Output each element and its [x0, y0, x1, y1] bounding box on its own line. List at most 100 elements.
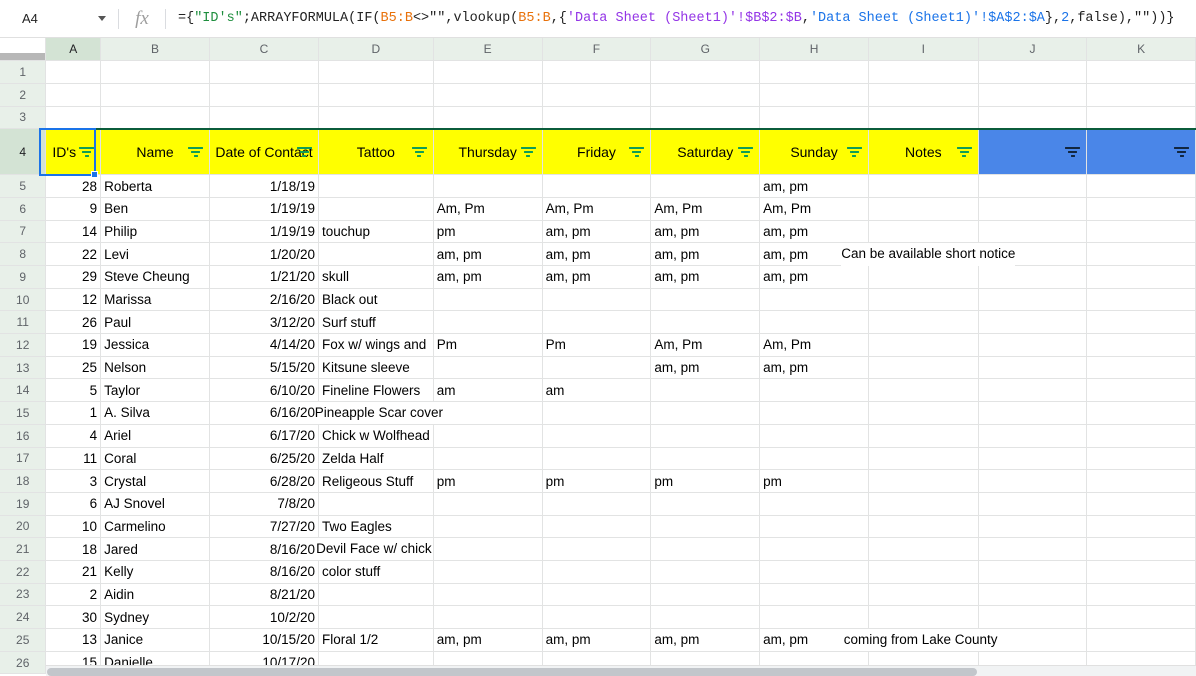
cell-D17[interactable]: Zelda Half [318, 447, 434, 471]
cell-A25[interactable]: 13 [45, 628, 102, 652]
cell-D14[interactable]: Fineline Flowers [318, 378, 434, 403]
cell-B13[interactable]: Nelson [100, 356, 210, 380]
row-header-21[interactable]: 21 [0, 537, 47, 561]
cell-I8[interactable] [868, 242, 979, 266]
filter-icon[interactable] [846, 146, 862, 158]
cell-I15[interactable] [868, 401, 979, 425]
cell-A8[interactable]: 22 [45, 242, 102, 266]
cell-D11[interactable]: Surf stuff [318, 310, 434, 335]
cell-C1[interactable] [209, 60, 319, 84]
cell-J18[interactable] [978, 469, 1088, 493]
header-cell-D4[interactable]: Tattoo [318, 127, 434, 176]
row-header-6[interactable]: 6 [0, 197, 47, 221]
cell-H1[interactable] [759, 60, 869, 84]
cell-D12[interactable]: Fox w/ wings and [318, 333, 434, 357]
cell-B5[interactable]: Roberta [100, 174, 210, 198]
cell-K17[interactable] [1086, 447, 1196, 471]
filter-icon[interactable] [296, 146, 312, 158]
cell-I22[interactable] [868, 560, 979, 584]
cell-F23[interactable] [542, 583, 652, 607]
cell-H15[interactable] [759, 401, 869, 425]
cell-I19[interactable] [868, 492, 979, 516]
cell-B10[interactable]: Marissa [100, 288, 210, 312]
row-header-22[interactable]: 22 [0, 560, 47, 584]
cell-K6[interactable] [1086, 197, 1196, 221]
cell-D19[interactable] [318, 492, 434, 516]
cell-E22[interactable] [433, 560, 543, 584]
cell-H24[interactable] [759, 605, 869, 629]
cell-K1[interactable] [1086, 60, 1196, 84]
header-cell-E4[interactable]: Thursday [433, 127, 543, 176]
cell-F16[interactable] [542, 424, 652, 448]
cell-K22[interactable] [1086, 560, 1196, 584]
header-cell-K4[interactable] [1086, 127, 1196, 176]
filter-icon[interactable] [520, 146, 536, 158]
cell-F17[interactable] [542, 447, 652, 471]
cell-E19[interactable] [433, 492, 543, 516]
row-header-19[interactable]: 19 [0, 492, 47, 516]
cell-F14[interactable]: am [542, 378, 652, 403]
cell-C23[interactable]: 8/21/20 [209, 583, 319, 607]
cell-J15[interactable] [978, 401, 1088, 425]
cell-C16[interactable]: 6/17/20 [209, 424, 319, 448]
cell-B22[interactable]: Kelly [100, 560, 210, 584]
cell-C7[interactable]: 1/19/19 [209, 220, 319, 244]
cell-I10[interactable] [868, 288, 979, 312]
column-header-c[interactable]: C [209, 38, 319, 62]
cell-G23[interactable] [650, 583, 761, 607]
cell-G6[interactable]: Am, Pm [650, 197, 761, 221]
formula-input[interactable]: ={"ID's" ;ARRAYFORMULA(IF(B5:B <> "" ,vlooku… [166, 0, 1196, 38]
cell-K10[interactable] [1086, 288, 1196, 312]
cell-B9[interactable]: Steve Cheung [100, 265, 210, 289]
filter-icon[interactable] [956, 146, 972, 158]
cell-C22[interactable]: 8/16/20 [209, 560, 319, 584]
cell-D10[interactable]: Black out [318, 288, 434, 312]
filter-icon[interactable] [1065, 146, 1081, 158]
cell-D6[interactable] [318, 197, 434, 221]
cell-D20[interactable]: Two Eagles [318, 515, 434, 539]
cell-C12[interactable]: 4/14/20 [209, 333, 319, 357]
cell-A10[interactable]: 12 [45, 288, 102, 312]
cell-H10[interactable] [759, 288, 869, 312]
cell-G2[interactable] [650, 83, 761, 107]
cell-H9[interactable]: am, pm [759, 265, 869, 289]
filter-icon[interactable] [411, 146, 427, 158]
cell-E2[interactable] [433, 83, 543, 107]
cell-G20[interactable] [650, 515, 761, 539]
header-cell-I4[interactable]: Notes [868, 127, 979, 176]
column-header-h[interactable]: H [759, 38, 869, 62]
cell-C14[interactable]: 6/10/20 [209, 378, 319, 403]
cell-J22[interactable] [978, 560, 1088, 584]
cell-H12[interactable]: Am, Pm [759, 333, 869, 357]
cell-F13[interactable] [542, 356, 652, 380]
cell-H21[interactable] [759, 537, 869, 561]
cell-J16[interactable] [978, 424, 1088, 448]
cell-A21[interactable]: 18 [45, 537, 102, 561]
cell-K12[interactable] [1086, 333, 1196, 357]
cell-B25[interactable]: Janice [100, 628, 210, 652]
header-cell-C4[interactable]: Date of Contact [209, 127, 319, 176]
cell-I9[interactable] [868, 265, 979, 289]
cell-C19[interactable]: 7/8/20 [209, 492, 319, 516]
cell-E10[interactable] [433, 288, 543, 312]
cell-H19[interactable] [759, 492, 869, 516]
cell-G17[interactable] [650, 447, 761, 471]
cell-G10[interactable] [650, 288, 761, 312]
cell-C15[interactable]: 6/16/20 [209, 401, 319, 425]
cell-I5[interactable] [868, 174, 979, 198]
cell-J9[interactable] [978, 265, 1088, 289]
cell-F24[interactable] [542, 605, 652, 629]
cell-B17[interactable]: Coral [100, 447, 210, 471]
row-header-2[interactable]: 2 [0, 83, 47, 107]
cell-A23[interactable]: 2 [45, 583, 102, 607]
cell-G25[interactable]: am, pm [650, 628, 761, 652]
cell-J11[interactable] [978, 310, 1088, 335]
cell-A19[interactable]: 6 [45, 492, 102, 516]
cell-F2[interactable] [542, 83, 652, 107]
cell-A11[interactable]: 26 [45, 310, 102, 335]
cell-D15[interactable] [318, 401, 434, 425]
cell-F20[interactable] [542, 515, 652, 539]
row-header-25[interactable]: 25 [0, 628, 47, 652]
cell-J21[interactable] [978, 537, 1088, 561]
cell-C9[interactable]: 1/21/20 [209, 265, 319, 289]
